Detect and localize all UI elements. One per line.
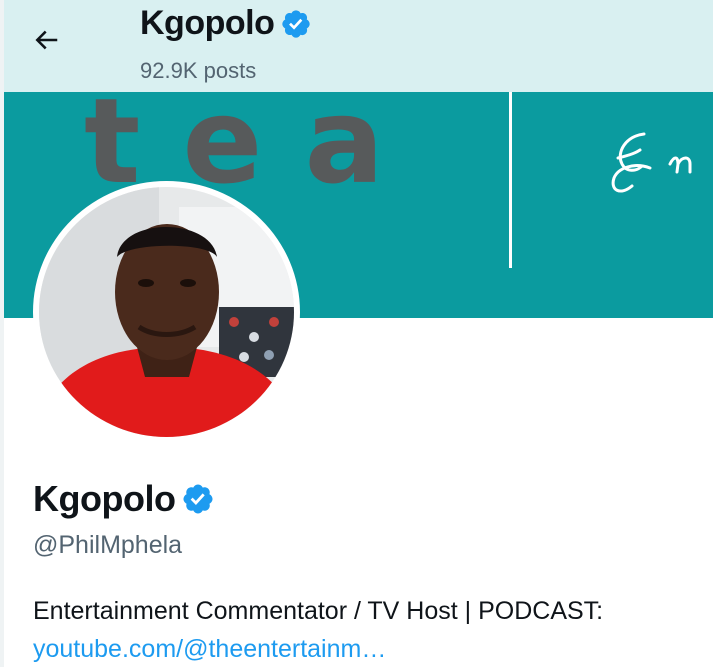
back-button[interactable]	[26, 22, 66, 62]
banner-script-lettering	[611, 132, 692, 193]
profile-page: Kgopolo 92.9K posts tea Kgopolo @PhilMph…	[0, 0, 713, 667]
banner-divider	[509, 92, 512, 268]
column-border	[0, 0, 4, 667]
posts-count: 92.9K posts	[140, 58, 257, 83]
header-name: Kgopolo	[140, 4, 275, 42]
profile-bio: Entertainment Commentator / TV Host | PO…	[33, 597, 604, 625]
profile-name: Kgopolo	[33, 478, 176, 519]
profile-bio-link[interactable]: youtube.com/@theentertainm…	[33, 635, 386, 664]
profile-avatar[interactable]	[33, 181, 300, 443]
arrow-left-icon	[31, 25, 61, 60]
header-title: Kgopolo	[140, 4, 312, 43]
profile-name-row: Kgopolo	[33, 478, 215, 520]
verified-badge-icon[interactable]	[181, 482, 215, 516]
profile-handle: @PhilMphela	[33, 531, 183, 559]
profile-header: Kgopolo 92.9K posts	[4, 0, 713, 92]
verified-badge-icon[interactable]	[280, 8, 312, 40]
